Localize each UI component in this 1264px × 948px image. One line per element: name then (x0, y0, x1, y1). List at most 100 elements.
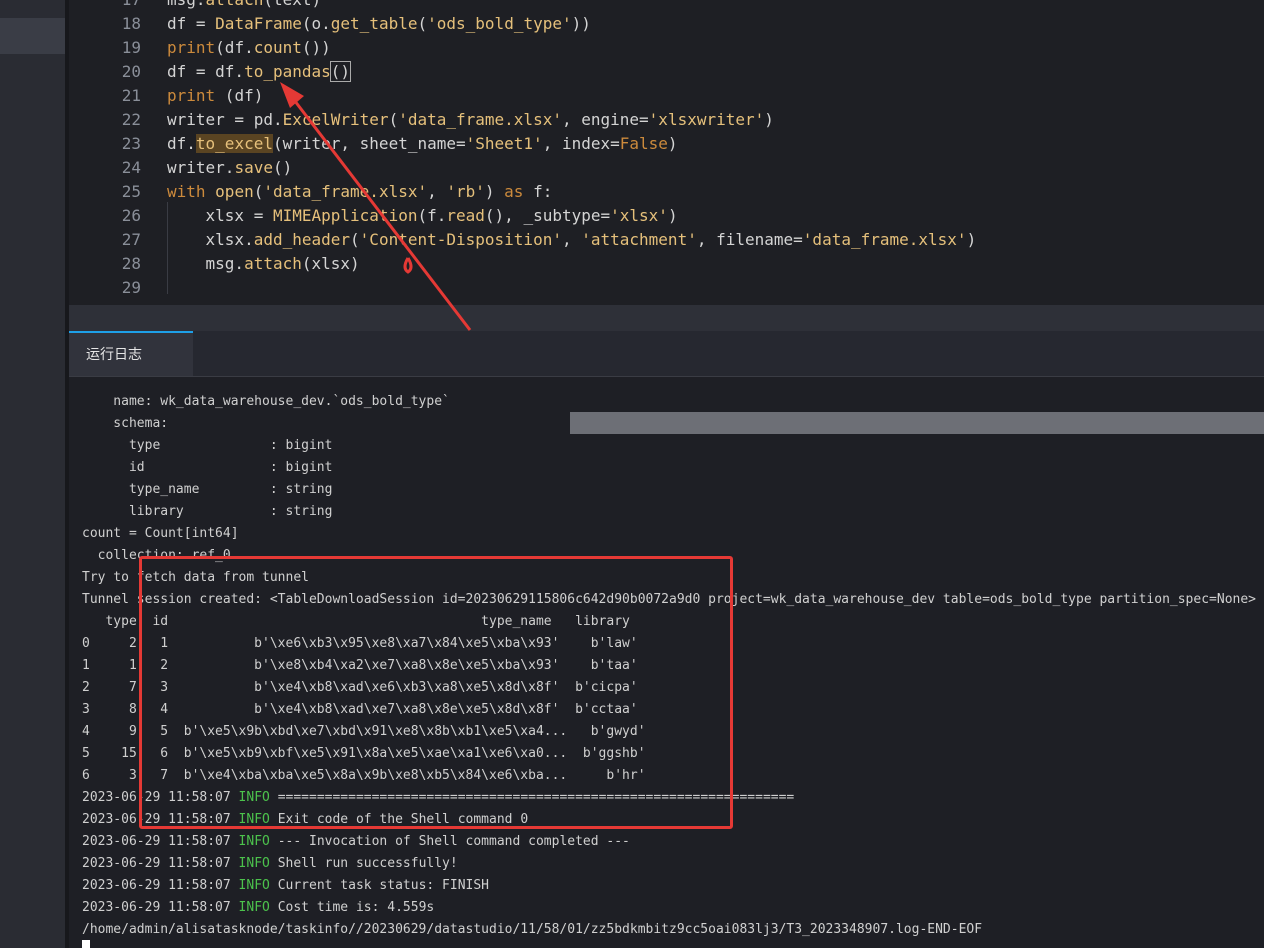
code-token: ) (667, 206, 678, 225)
code-token: (o. (301, 14, 331, 33)
code-token: 'ods_bold_type' (427, 14, 572, 33)
code-token: print (167, 38, 216, 57)
code-line[interactable]: 17 msg.attach(text) (69, 0, 1264, 12)
code-token: ) (966, 230, 977, 249)
line-number: 25 (121, 182, 141, 201)
log-line: type : bigint (82, 438, 333, 453)
line-number: 18 (121, 14, 141, 33)
code-token: 'Sheet1' (465, 134, 543, 153)
code-token: ( (253, 182, 264, 201)
code-token: DataFrame (215, 14, 302, 33)
terminal-cursor (82, 940, 90, 948)
code-token: with (167, 182, 206, 201)
code-text: writer.save() (167, 156, 292, 180)
code-token: (xlsx) (301, 254, 360, 273)
code-token: df. (167, 134, 196, 153)
log-level: INFO (238, 900, 270, 915)
code-line[interactable]: 19 print(df.count()) (69, 36, 1264, 60)
code-token: , index= (542, 134, 620, 153)
code-text: print (df) (167, 84, 263, 108)
code-line[interactable]: 20 df = df.to_pandas() (69, 60, 1264, 84)
line-number: 23 (121, 134, 141, 153)
code-line[interactable]: 21 print (df) (69, 84, 1264, 108)
code-text: print(df.count()) (167, 36, 331, 60)
log-message: Shell run successfully! (277, 856, 458, 871)
code-line[interactable]: 25 with open('data_frame.xlsx', 'rb') as … (69, 180, 1264, 204)
line-number: 19 (121, 38, 141, 57)
line-number: 28 (121, 254, 141, 273)
code-token: 'attachment' (581, 230, 697, 249)
log-line: schema: (82, 416, 169, 431)
log-line: /home/admin/alisatasknode/taskinfo//2023… (82, 922, 983, 937)
code-line[interactable]: 18 df = DataFrame(o.get_table('ods_bold_t… (69, 12, 1264, 36)
code-token: print (167, 86, 216, 105)
code-token: 'data_frame.xlsx' (263, 182, 428, 201)
log-message: Cost time is: 4.559s (277, 900, 435, 915)
code-line[interactable]: 29 (69, 276, 1264, 300)
log-line: 2023-06-29 11:58:07 INFO --- Invocation … (82, 831, 630, 853)
code-token: , (427, 182, 447, 201)
code-token: ( (417, 14, 428, 33)
code-text: msg.attach(text) (167, 0, 321, 12)
log-tab-strip: 运行日志 (69, 331, 1264, 377)
code-line[interactable]: 24 writer.save() (69, 156, 1264, 180)
line-number: 22 (121, 110, 141, 129)
code-text: df = DataFrame(o.get_table('ods_bold_typ… (167, 12, 591, 36)
line-number: 27 (121, 230, 141, 249)
code-token: (f. (417, 206, 447, 225)
code-line[interactable]: 27 xlsx.add_header('Content-Disposition'… (69, 228, 1264, 252)
code-line[interactable]: 26 xlsx = MIMEApplication(f.read(), _sub… (69, 204, 1264, 228)
code-token: writer. (167, 158, 235, 177)
code-token: attach (206, 0, 264, 9)
code-token: , filename= (696, 230, 803, 249)
code-token: (df. (215, 38, 254, 57)
code-line[interactable]: 22 writer = pd.ExcelWriter('data_frame.xl… (69, 108, 1264, 132)
code-text: xlsx.add_header('Content-Disposition', '… (167, 228, 977, 252)
code-token: attach (244, 254, 302, 273)
log-level: INFO (238, 834, 270, 849)
log-line: 2023-06-29 11:58:07 INFO Cost time is: 4… (82, 897, 434, 919)
line-number: 20 (121, 62, 141, 81)
code-token: () (272, 158, 293, 177)
code-token: msg. (167, 254, 245, 273)
code-token: (text) (263, 0, 321, 9)
code-token: ( (350, 230, 360, 249)
sidebar-selected-item[interactable] (0, 18, 65, 54)
code-text: msg.attach(xlsx) (167, 252, 360, 276)
log-message: Current task status: FINISH (277, 878, 490, 893)
log-line: count = Count[int64] (82, 526, 239, 541)
code-token: )) (571, 14, 591, 33)
horizontal-scrollbar[interactable] (69, 305, 1264, 331)
code-token: df = df. (167, 62, 245, 81)
code-line[interactable]: 23 df.to_excel(writer, sheet_name='Sheet1… (69, 132, 1264, 156)
log-timestamp: 2023-06-29 11:58:07 (82, 900, 231, 915)
line-number: 29 (121, 278, 141, 297)
code-editor[interactable]: 17msg.attach(text)18df = DataFrame(o.get… (69, 0, 1264, 305)
code-text: with open('data_frame.xlsx', 'rb') as f: (167, 180, 552, 204)
code-line[interactable]: 28 msg.attach(xlsx) (69, 252, 1264, 276)
log-level: INFO (238, 878, 270, 893)
log-line: library : string (82, 504, 333, 519)
code-token: 'xlsx' (610, 206, 668, 225)
log-line: 2023-06-29 11:58:07 INFO Current task st… (82, 875, 489, 897)
code-text: xlsx = MIMEApplication(f.read(), _subtyp… (167, 204, 678, 228)
code-text: df.to_excel(writer, sheet_name='Sheet1',… (167, 132, 678, 156)
log-line: id : bigint (82, 460, 333, 475)
code-token: read (446, 206, 485, 225)
log-timestamp: 2023-06-29 11:58:07 (82, 834, 231, 849)
code-token: open (215, 182, 254, 201)
tab-run-log[interactable]: 运行日志 (69, 331, 193, 376)
code-text: writer = pd.ExcelWriter('data_frame.xlsx… (167, 108, 774, 132)
code-token: 'rb' (446, 182, 485, 201)
annotation-highlight-box (139, 556, 733, 829)
code-token: ) (764, 110, 774, 129)
code-token: xlsx. (167, 230, 254, 249)
code-token: (), _subtype= (484, 206, 611, 225)
tab-run-log-label: 运行日志 (86, 347, 142, 363)
log-line: name: wk_data_warehouse_dev.`ods_bold_ty… (82, 394, 450, 409)
code-token: add_header (253, 230, 351, 249)
code-token: msg. (167, 0, 206, 9)
code-token: to_excel (195, 134, 273, 153)
log-timestamp: 2023-06-29 11:58:07 (82, 878, 231, 893)
code-token: 'xlsxwriter' (648, 110, 765, 129)
